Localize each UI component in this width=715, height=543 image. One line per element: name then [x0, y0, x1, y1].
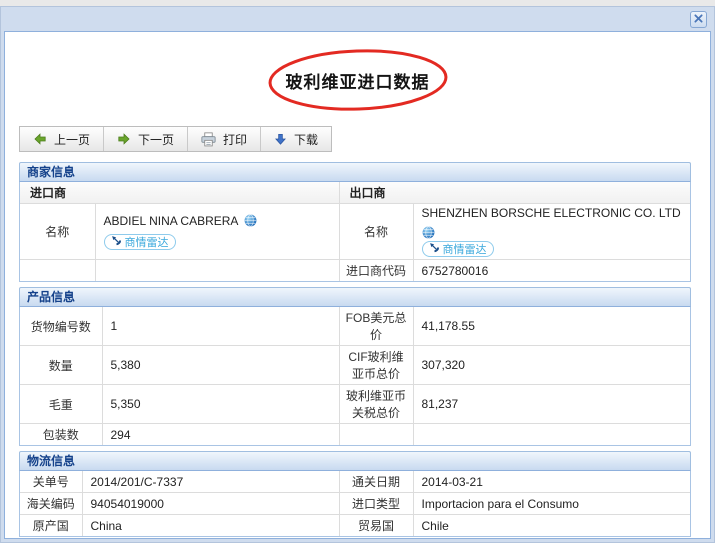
field-value: 294	[102, 423, 340, 445]
section-merchant-info: 商家信息 进口商 出口商 名称 ABDIEL NINA CABRERA 商情雷达…	[19, 162, 691, 282]
logistics-section-header: 物流信息	[19, 451, 691, 471]
dialog-titlebar	[1, 7, 714, 31]
radar-badge-label: 商情雷达	[124, 236, 169, 249]
field-label: 原产国	[20, 514, 83, 536]
download-label: 下载	[294, 132, 319, 147]
field-value	[413, 423, 690, 445]
globe-icon[interactable]	[244, 214, 257, 227]
field-value: 5,350	[102, 384, 340, 424]
empty-cell	[20, 259, 96, 281]
field-value: 5,380	[102, 345, 340, 385]
prev-page-label: 上一页	[54, 132, 91, 147]
business-radar-badge[interactable]: 商情雷达	[103, 233, 176, 250]
importer-code-label: 进口商代码	[339, 259, 414, 281]
table-row: 数量 5,380 CIF玻利维亚币总价 307,320	[20, 345, 690, 385]
exporter-group-header: 出口商	[339, 182, 690, 204]
field-value: 2014/201/C-7337	[82, 471, 340, 493]
product-table: 货物编号数 1 FOB美元总价 41,178.55 数量 5,380 CIF玻利…	[20, 307, 690, 445]
merchant-table: 进口商 出口商 名称 ABDIEL NINA CABRERA 商情雷达 名称 S…	[20, 182, 690, 281]
print-button[interactable]: 打印	[188, 127, 262, 151]
field-label: FOB美元总价	[339, 307, 414, 346]
close-icon	[694, 10, 703, 28]
arrow-down-icon	[274, 133, 287, 146]
field-value: 94054019000	[82, 492, 340, 515]
field-value: Chile	[413, 514, 690, 536]
import-data-dialog: 玻利维亚进口数据 上一页 下一页 打印 下载 商家信息 进口商 出口商 名称 A…	[0, 6, 715, 543]
close-button[interactable]	[690, 10, 707, 28]
field-label	[339, 423, 414, 445]
arrow-right-icon	[117, 132, 131, 146]
importer-group-header: 进口商	[20, 182, 340, 204]
table-row: 货物编号数 1 FOB美元总价 41,178.55	[20, 307, 690, 346]
field-value: 1	[102, 307, 340, 346]
importer-name-cell: ABDIEL NINA CABRERA 商情雷达	[95, 203, 340, 260]
table-row: 进口商代码 6752780016	[20, 259, 690, 281]
prev-page-button[interactable]: 上一页	[20, 127, 105, 151]
field-value: 41,178.55	[421, 319, 475, 333]
field-label: 贸易国	[339, 514, 414, 536]
radar-icon	[429, 242, 440, 256]
globe-icon[interactable]	[422, 226, 435, 239]
table-row: 毛重 5,350 玻利维亚币关税总价 81,237	[20, 384, 690, 424]
field-value: Importacion para el Consumo	[413, 492, 690, 515]
merchant-section-header: 商家信息	[19, 162, 691, 182]
table-row: 进口商 出口商	[20, 182, 690, 204]
section-logistics-info: 物流信息 关单号 2014/201/C-7337 通关日期 2014-03-21…	[19, 451, 691, 537]
radar-badge-label: 商情雷达	[442, 244, 487, 256]
field-label: 货物编号数	[20, 307, 103, 346]
detail-sections: 商家信息 进口商 出口商 名称 ABDIEL NINA CABRERA 商情雷达…	[19, 162, 691, 538]
empty-cell	[95, 259, 340, 281]
download-button[interactable]: 下载	[261, 127, 331, 151]
print-label: 打印	[223, 132, 248, 147]
exporter-name-value: SHENZHEN BORSCHE ELECTRONIC CO. LTD	[421, 206, 681, 220]
arrow-left-icon	[33, 132, 47, 146]
field-label: 玻利维亚币关税总价	[339, 384, 414, 424]
field-label: 进口类型	[339, 492, 414, 515]
next-page-button[interactable]: 下一页	[104, 127, 189, 151]
field-value: 307,320	[413, 345, 690, 385]
radar-icon	[111, 235, 122, 249]
field-value: 81,237	[413, 384, 690, 424]
field-value: China	[82, 514, 340, 536]
table-row: 原产国 China 贸易国 Chile	[20, 514, 690, 536]
field-label: 包装数	[20, 423, 103, 445]
importer-name-label: 名称	[20, 203, 96, 260]
printer-icon	[201, 131, 216, 147]
field-label: 海关编码	[20, 492, 83, 515]
business-radar-badge[interactable]: 商情雷达	[421, 241, 494, 257]
importer-code-value: 6752780016	[413, 259, 690, 281]
field-value: 2014-03-21	[421, 474, 483, 489]
content-panel: 玻利维亚进口数据 上一页 下一页 打印 下载 商家信息 进口商 出口商 名称 A…	[4, 31, 711, 539]
table-row: 包装数 294	[20, 423, 690, 445]
importer-name-value: ABDIEL NINA CABRERA	[103, 213, 239, 228]
product-section-header: 产品信息	[19, 287, 691, 307]
next-page-label: 下一页	[138, 132, 175, 147]
field-label: 通关日期	[339, 471, 414, 493]
field-label: CIF玻利维亚币总价	[339, 345, 414, 385]
section-product-info: 产品信息 货物编号数 1 FOB美元总价 41,178.55 数量 5,380	[19, 287, 691, 446]
field-label: 毛重	[20, 384, 103, 424]
logistics-table: 关单号 2014/201/C-7337 通关日期 2014-03-21 海关编码…	[20, 471, 690, 536]
title-area: 玻利维亚进口数据	[5, 48, 710, 112]
table-row: 关单号 2014/201/C-7337 通关日期 2014-03-21	[20, 471, 690, 493]
table-row: 名称 ABDIEL NINA CABRERA 商情雷达 名称 SHENZHEN …	[20, 203, 690, 260]
field-label: 数量	[20, 345, 103, 385]
exporter-name-label: 名称	[339, 203, 414, 260]
table-row: 海关编码 94054019000 进口类型 Importacion para e…	[20, 492, 690, 515]
exporter-name-cell: SHENZHEN BORSCHE ELECTRONIC CO. LTD 商情雷达	[413, 203, 690, 260]
field-label: 关单号	[20, 471, 83, 493]
page-title: 玻利维亚进口数据	[285, 72, 430, 92]
pager-toolbar: 上一页 下一页 打印 下载	[19, 126, 333, 152]
